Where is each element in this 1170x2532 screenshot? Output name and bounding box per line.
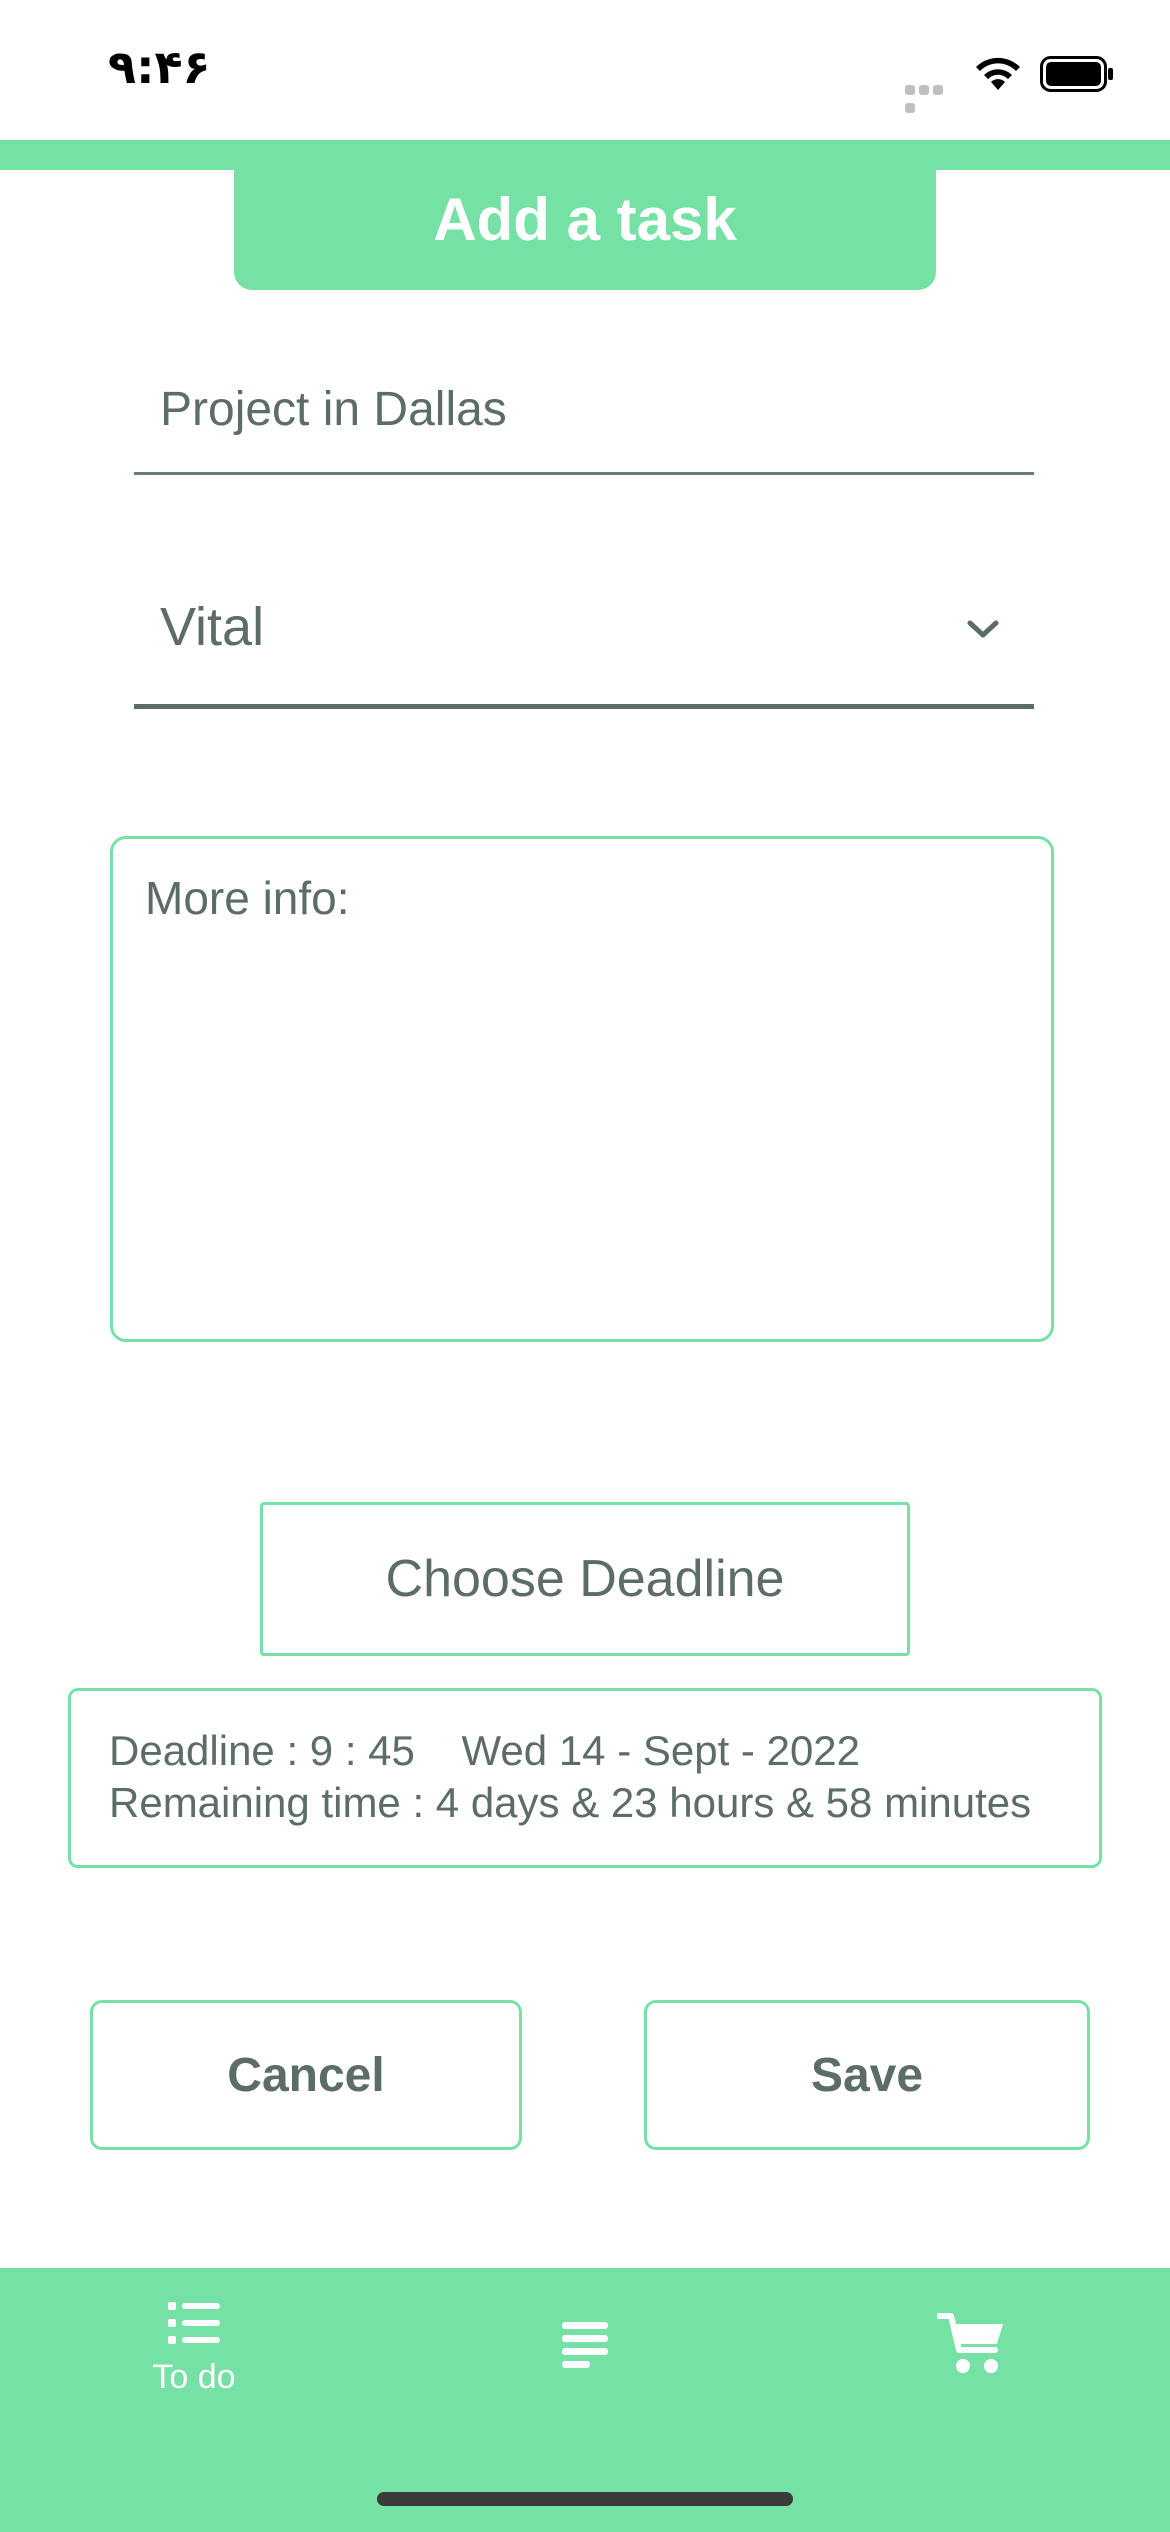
more-info-placeholder: More info: xyxy=(145,872,350,924)
task-name-input[interactable]: Project in Dallas xyxy=(134,360,1034,475)
status-bar: ۹:۴۶ xyxy=(0,0,1170,140)
tab-cart[interactable] xyxy=(872,2298,1072,2428)
home-indicator xyxy=(377,2492,793,2506)
choose-deadline-label: Choose Deadline xyxy=(385,1550,785,1608)
lines-icon xyxy=(562,2322,608,2368)
priority-select[interactable]: Vital xyxy=(134,572,1034,709)
header-tab: Add a task xyxy=(234,140,936,290)
add-task-screen: ۹:۴۶ Add a task Project in Dallas Vital … xyxy=(0,0,1170,2532)
list-bullets-icon xyxy=(168,2302,220,2344)
remaining-time-text: Remaining time : 4 days & 23 hours & 58 … xyxy=(109,1779,1032,1826)
choose-deadline-button[interactable]: Choose Deadline xyxy=(260,1502,910,1656)
tab-notes[interactable] xyxy=(485,2298,685,2428)
chevron-down-icon xyxy=(967,620,999,638)
priority-value: Vital xyxy=(160,597,265,657)
wifi-icon xyxy=(976,57,1020,90)
more-info-textarea[interactable]: More info: xyxy=(110,836,1054,1342)
tab-todo-label: To do xyxy=(152,2358,236,2396)
cellular-signal-icon xyxy=(905,82,959,113)
deadline-info-box: Deadline : 9 : 45 Wed 14 - Sept - 2022 R… xyxy=(68,1688,1102,1868)
battery-icon xyxy=(1040,56,1113,92)
task-name-value: Project in Dallas xyxy=(160,383,507,436)
cancel-label: Cancel xyxy=(227,2048,385,2102)
status-time: ۹:۴۶ xyxy=(108,40,211,94)
tab-todo[interactable]: To do xyxy=(94,2298,294,2428)
cancel-button[interactable]: Cancel xyxy=(90,2000,522,2150)
deadline-text: Deadline : 9 : 45 Wed 14 - Sept - 2022 xyxy=(109,1727,861,1774)
page-title: Add a task xyxy=(433,185,737,253)
save-button[interactable]: Save xyxy=(644,2000,1090,2150)
cart-icon xyxy=(937,2313,1003,2373)
save-label: Save xyxy=(810,2048,924,2102)
